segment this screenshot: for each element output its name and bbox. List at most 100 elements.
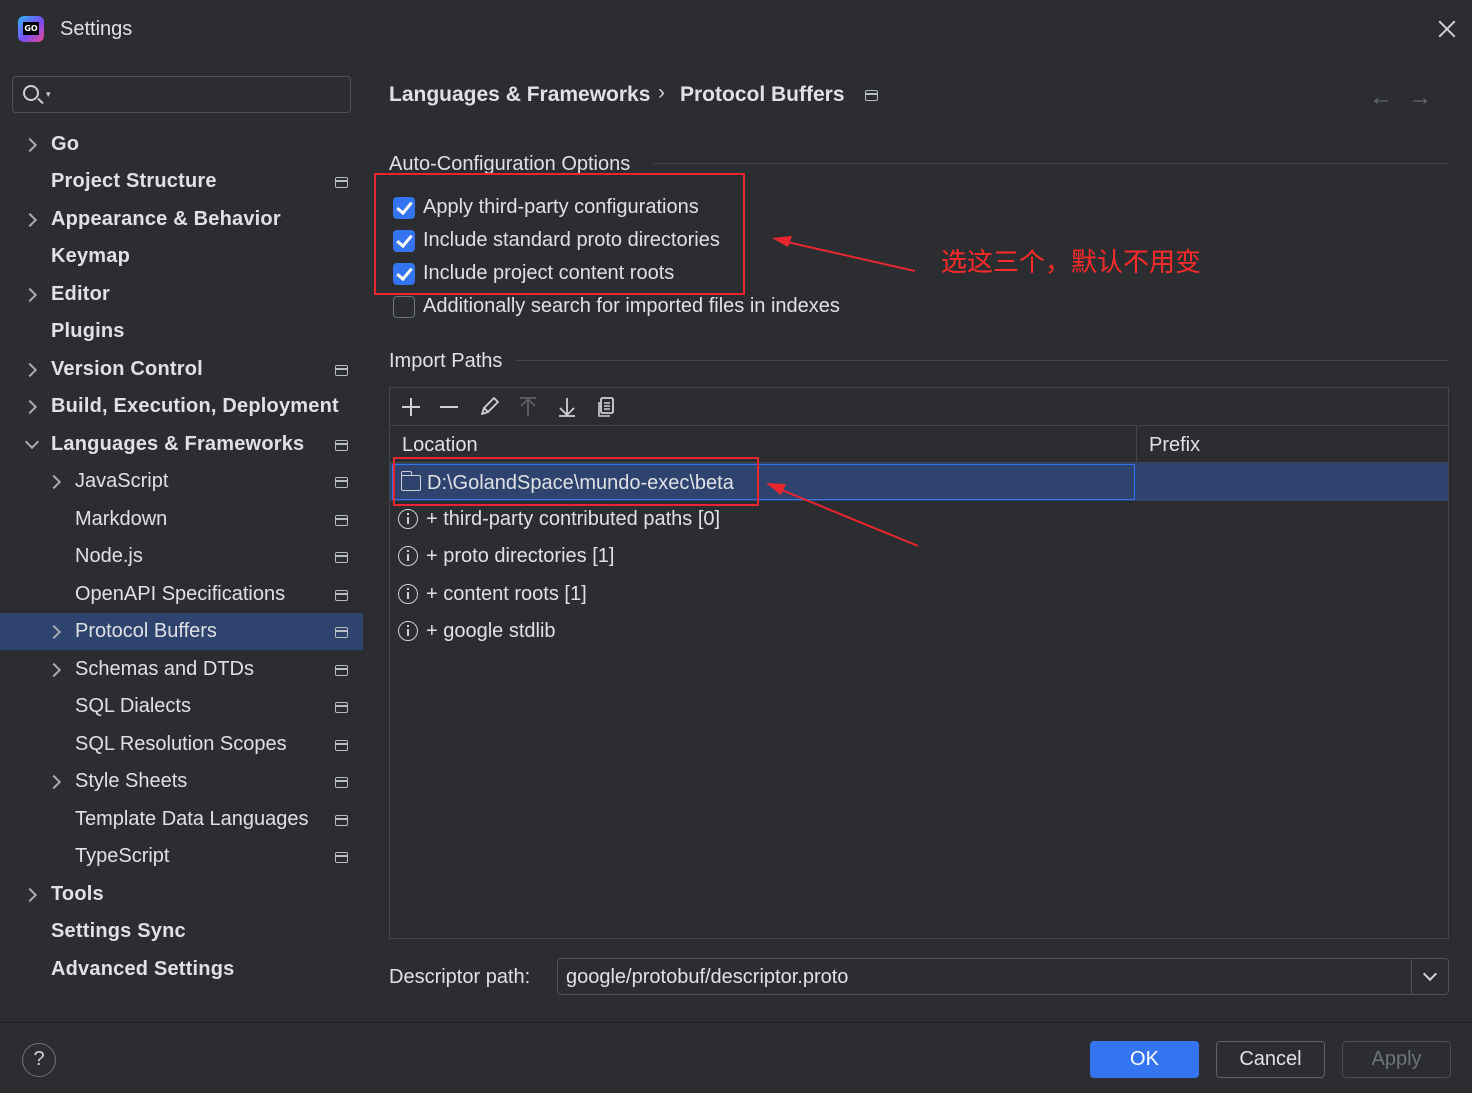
sidebar-item-sql-resolution-scopes[interactable]: SQL Resolution Scopes <box>0 726 363 763</box>
sidebar-item-label: Settings Sync <box>51 920 186 942</box>
checkbox-checked[interactable] <box>393 263 415 285</box>
sidebar-item-advanced-settings[interactable]: Advanced Settings <box>0 951 363 988</box>
project-level-icon <box>335 627 348 638</box>
checkbox-checked[interactable] <box>393 197 415 219</box>
sidebar-item-label: Schemas and DTDs <box>75 658 254 680</box>
sidebar-item-schemas-and-dtds[interactable]: Schemas and DTDs <box>0 651 363 688</box>
close-icon[interactable] <box>1434 16 1460 42</box>
sidebar-item-label: SQL Dialects <box>75 695 191 717</box>
sidebar-item-nodejs[interactable]: Node.js <box>0 538 363 575</box>
move-up-icon[interactable] <box>515 394 541 420</box>
sidebar-item-project-structure[interactable]: Project Structure <box>0 163 363 200</box>
search-options-caret-icon[interactable]: ▾ <box>46 89 51 100</box>
sidebar-item-protocol-buffers[interactable]: Protocol Buffers <box>0 613 363 650</box>
apply-button[interactable]: Apply <box>1342 1041 1451 1078</box>
sidebar-item-style-sheets[interactable]: Style Sheets <box>0 763 363 800</box>
ok-button[interactable]: OK <box>1090 1041 1199 1078</box>
table-row-selected[interactable]: D:\GolandSpace\mundo-exec\beta <box>390 463 1448 501</box>
chevron-down-icon[interactable] <box>24 434 40 450</box>
sidebar-item-sql-dialects[interactable]: SQL Dialects <box>0 688 363 725</box>
list-item[interactable]: + content roots [1] <box>390 576 1448 613</box>
add-icon[interactable] <box>398 394 424 420</box>
checkbox-unchecked[interactable] <box>393 296 415 318</box>
sidebar-item-version-control[interactable]: Version Control <box>0 351 363 388</box>
chevron-right-icon[interactable] <box>46 624 62 640</box>
sidebar-item-label: Template Data Languages <box>75 808 309 830</box>
list-item[interactable]: + proto directories [1] <box>390 538 1448 575</box>
settings-sidebar: ▾ Go Project Structure Appearance & Beha… <box>0 60 363 1022</box>
descriptor-path-input[interactable] <box>566 964 1406 990</box>
annotation-text: 选这三个，默认不用变 <box>941 247 1202 277</box>
forward-arrow-icon[interactable]: → <box>1408 84 1432 112</box>
checkbox-checked[interactable] <box>393 230 415 252</box>
info-icon <box>398 621 418 641</box>
sidebar-item-openapi-specifications[interactable]: OpenAPI Specifications <box>0 576 363 613</box>
chevron-right-icon[interactable] <box>22 362 38 378</box>
sidebar-item-label: Version Control <box>51 358 203 380</box>
move-down-icon[interactable] <box>554 394 580 420</box>
sidebar-item-label: Plugins <box>51 320 125 342</box>
location-path: D:\GolandSpace\mundo-exec\beta <box>427 472 734 494</box>
chevron-right-icon[interactable] <box>46 662 62 678</box>
sidebar-item-template-data-languages[interactable]: Template Data Languages <box>0 801 363 838</box>
option-label: Include project content roots <box>423 262 675 284</box>
list-item[interactable]: + third-party contributed paths [0] <box>390 501 1448 538</box>
chevron-right-icon[interactable] <box>46 774 62 790</box>
project-level-icon <box>335 177 348 188</box>
import-paths-table: Location Prefix D:\GolandSpace\mundo-exe… <box>389 387 1449 939</box>
sidebar-item-plugins[interactable]: Plugins <box>0 313 363 350</box>
sidebar-item-editor[interactable]: Editor <box>0 276 363 313</box>
chevron-down-icon[interactable] <box>1411 959 1448 994</box>
sidebar-item-label: Protocol Buffers <box>75 620 217 642</box>
sidebar-item-settings-sync[interactable]: Settings Sync <box>0 913 363 950</box>
info-row-text: + google stdlib <box>426 620 556 642</box>
cancel-button[interactable]: Cancel <box>1216 1041 1325 1078</box>
sidebar-item-go[interactable]: Go <box>0 126 363 163</box>
sidebar-item-markdown[interactable]: Markdown <box>0 501 363 538</box>
section-divider <box>515 360 1449 361</box>
sidebar-item-typescript[interactable]: TypeScript <box>0 838 363 875</box>
sidebar-item-label: Style Sheets <box>75 770 188 792</box>
goland-app-icon <box>18 16 44 42</box>
sidebar-item-javascript[interactable]: JavaScript <box>0 463 363 500</box>
chevron-right-icon[interactable] <box>22 137 38 153</box>
info-icon <box>398 509 418 529</box>
sidebar-item-label: Keymap <box>51 245 131 267</box>
project-level-icon <box>335 590 348 601</box>
chevron-right-icon[interactable] <box>22 287 38 303</box>
chevron-right-icon[interactable] <box>22 212 38 228</box>
project-level-icon <box>335 515 348 526</box>
column-header-label: Prefix <box>1149 434 1201 456</box>
descriptor-path-combobox[interactable] <box>557 958 1449 995</box>
sidebar-item-keymap[interactable]: Keymap <box>0 238 363 275</box>
info-row-text: + content roots [1] <box>426 583 587 605</box>
info-icon <box>398 584 418 604</box>
column-header-prefix[interactable]: Prefix <box>1137 426 1448 463</box>
chevron-right-icon[interactable] <box>22 887 38 903</box>
sidebar-item-label: TypeScript <box>75 845 170 867</box>
chevron-right-icon[interactable] <box>46 474 62 490</box>
remove-icon[interactable] <box>436 394 462 420</box>
sidebar-item-languages-frameworks[interactable]: Languages & Frameworks <box>0 426 363 463</box>
list-item[interactable]: + google stdlib <box>390 613 1448 650</box>
column-header-location[interactable]: Location <box>390 426 1137 463</box>
back-arrow-icon[interactable]: ← <box>1369 84 1393 112</box>
title-bar: Settings <box>0 0 1472 60</box>
help-button[interactable]: ? <box>22 1043 56 1077</box>
project-level-icon <box>335 702 348 713</box>
chevron-right-icon[interactable] <box>22 399 38 415</box>
import-paths-section-title: Import Paths <box>389 350 503 372</box>
copy-icon[interactable] <box>593 394 619 420</box>
location-cell[interactable]: D:\GolandSpace\mundo-exec\beta <box>392 464 1135 500</box>
sidebar-item-build-execution-deployment[interactable]: Build, Execution, Deployment <box>0 388 363 425</box>
search-field[interactable]: ▾ <box>12 76 351 113</box>
search-icon <box>23 85 39 101</box>
sidebar-item-label: Languages & Frameworks <box>51 433 305 455</box>
sidebar-item-label: Build, Execution, Deployment <box>51 395 339 417</box>
sidebar-item-tools[interactable]: Tools <box>0 876 363 913</box>
edit-pencil-icon[interactable] <box>476 394 502 420</box>
breadcrumb-parent[interactable]: Languages & Frameworks <box>389 83 650 107</box>
sidebar-item-label: Go <box>51 133 80 155</box>
sidebar-item-appearance-behavior[interactable]: Appearance & Behavior <box>0 201 363 238</box>
project-level-icon <box>335 552 348 563</box>
